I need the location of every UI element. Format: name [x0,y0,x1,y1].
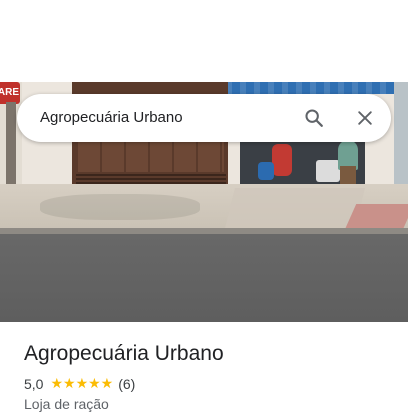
search-bar[interactable]: Agropecuária Urbano [17,94,391,142]
blue-item [258,162,274,180]
star-rating-icon: ★★★★★ [50,376,114,392]
driveway-ramp [225,188,365,228]
close-icon [358,111,372,125]
place-category: Loja de ração [24,396,109,412]
stop-sign: PARE [0,82,20,104]
search-query-text[interactable]: Agropecuária Urbano [40,109,183,126]
right-post [394,82,408,197]
search-button[interactable] [300,104,328,132]
review-count[interactable]: (6) [118,376,135,392]
place-title: Agropecuária Urbano [24,342,224,365]
sidewalk-stain [40,194,200,220]
place-info-card[interactable]: Agropecuária Urbano 5,0 ★★★★★ (6) Loja d… [0,322,408,412]
clear-search-button[interactable] [351,104,379,132]
road [0,234,408,322]
awning-stripes [212,82,408,94]
gate-panels [78,138,224,172]
white-item [316,160,340,182]
red-machine [272,144,292,176]
rating-row[interactable]: 5,0 ★★★★★ (6) [24,375,135,393]
stop-sign-text: PARE [0,87,20,98]
top-blank-area [0,0,408,82]
rating-value: 5,0 [24,376,44,392]
search-icon [305,109,323,127]
